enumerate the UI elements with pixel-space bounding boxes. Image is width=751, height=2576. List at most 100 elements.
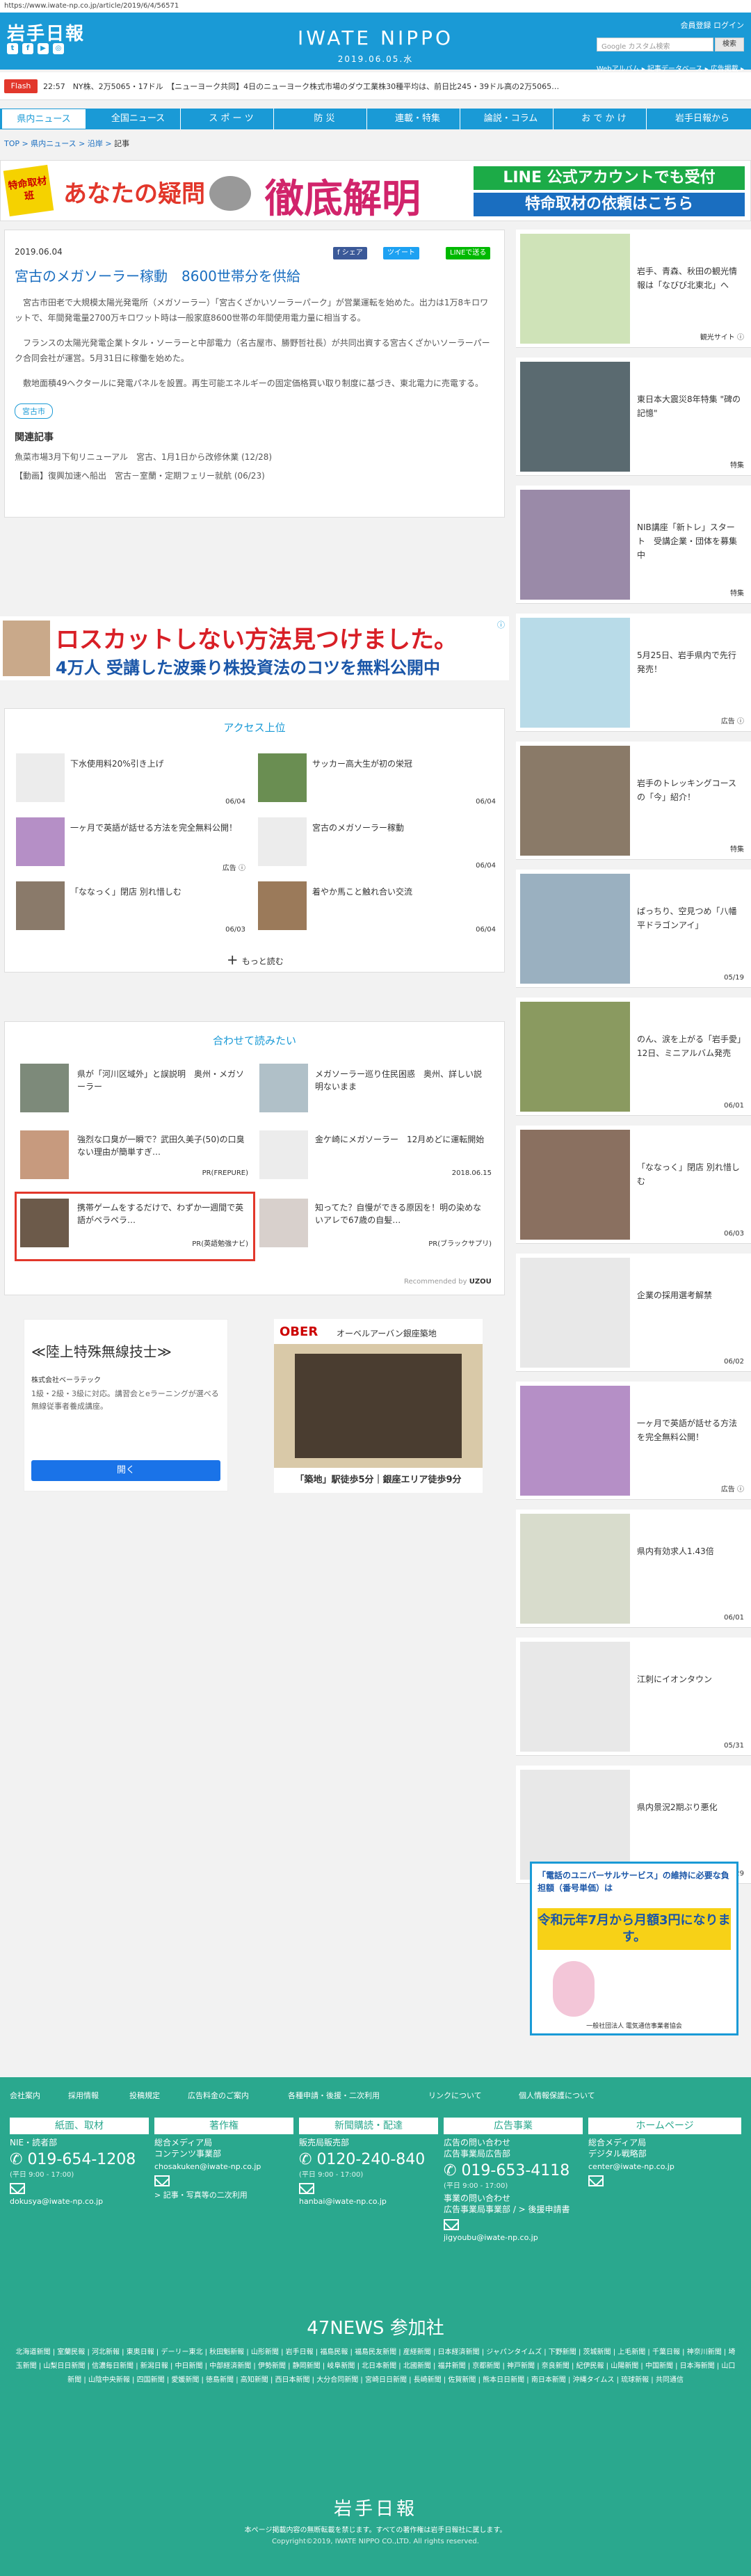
related-thumb[interactable] bbox=[20, 1199, 69, 1247]
sidebar-item[interactable]: 一ヶ月で英語が話せる方法を完全無料公開！ 広告 ⓘ bbox=[516, 1382, 751, 1500]
iwate-nippo-logo[interactable]: IWATE NIPPO bbox=[278, 26, 473, 49]
sidebar-item[interactable]: 「ななっく」閉店 別れ惜しむ 06/03 bbox=[516, 1126, 751, 1244]
ranking-item-text[interactable]: サッカー高大生が初の栄冠 bbox=[312, 758, 486, 770]
footer-secondary-use-link[interactable]: > 記事・写真等の二次利用 bbox=[154, 2189, 293, 2200]
sidebar-item-text[interactable]: 岩手のトレッキングコースの「今」紹介！ bbox=[637, 776, 741, 804]
sidebar-item-text[interactable]: 5月25日、岩手県内で先行発売！ bbox=[637, 648, 741, 676]
nav-from-iwate-nippo[interactable]: 岩手日報から bbox=[655, 109, 750, 129]
sidebar-thumb[interactable] bbox=[520, 1002, 630, 1112]
ranking-thumb[interactable] bbox=[258, 817, 307, 866]
nav-sports[interactable]: ス ポ ー ツ bbox=[189, 109, 274, 129]
sidebar-thumb[interactable] bbox=[520, 874, 630, 984]
sidebar-item[interactable]: 江刺にイオンタウン 05/31 bbox=[516, 1638, 751, 1756]
sidebar-item[interactable]: 岩手、青森、秋田の観光情報は「なびび北東北」へ 観光サイト ⓘ bbox=[516, 230, 751, 348]
account-links[interactable]: 会員登録 ログイン bbox=[681, 19, 745, 31]
sidebar-thumb[interactable] bbox=[520, 362, 630, 472]
facebook-share-button[interactable]: f シェア bbox=[333, 247, 367, 259]
ticker-text[interactable]: 22:57 NY株、2万5065・17ドル 【ニューヨーク共同】4日のニューヨー… bbox=[43, 81, 745, 92]
ranking-item-text[interactable]: 宮古のメガソーラー稼動 bbox=[312, 822, 486, 834]
sidebar-item[interactable]: 県内有効求人1.43倍 06/01 bbox=[516, 1510, 751, 1628]
search-input[interactable]: Google カスタム検索 bbox=[597, 38, 713, 51]
phone-number[interactable]: ✆ 0120-240-840 bbox=[299, 2151, 438, 2168]
phone-number[interactable]: ✆ 019-653-4118 bbox=[444, 2162, 583, 2179]
sidebar-item-text[interactable]: NIB講座「新トレ」スタート 受講企業・団体を募集中 bbox=[637, 520, 741, 562]
mail-icon[interactable] bbox=[299, 2183, 314, 2194]
ranking-thumb[interactable] bbox=[258, 753, 307, 802]
more-button[interactable]: ＋ もっと読む bbox=[213, 951, 297, 968]
youtube-icon[interactable]: ▶ bbox=[38, 43, 49, 54]
sidebar-item[interactable]: 企業の採用選考解禁 06/02 bbox=[516, 1254, 751, 1372]
footer-link-submission[interactable]: 投稿規定 bbox=[129, 2090, 160, 2101]
breadcrumb-top[interactable]: TOP bbox=[4, 139, 19, 148]
footer-events-contact[interactable]: 事業の問い合わせ 広告事業局事業部 / > 後援申請書 bbox=[444, 2193, 583, 2215]
related-thumb[interactable] bbox=[259, 1064, 308, 1112]
side-ad-universal-service[interactable]: 「電話のユニバーサルサービス」の維持に必要な負担額（番号単価）は 令和元年7月か… bbox=[530, 1862, 738, 2035]
sidebar-item-text[interactable]: 江刺にイオンタウン bbox=[637, 1672, 741, 1686]
sidebar-item-text[interactable]: 一ヶ月で英語が話せる方法を完全無料公開！ bbox=[637, 1416, 741, 1444]
footer-email[interactable]: jigyoubu@iwate-np.co.jp bbox=[444, 2233, 583, 2242]
nav-national-news[interactable]: 全国ニュース bbox=[96, 109, 181, 129]
footer-email[interactable]: center@iwate-np.co.jp bbox=[588, 2162, 741, 2171]
sidebar-thumb[interactable] bbox=[520, 1514, 630, 1624]
sidebar-item-text[interactable]: 東日本大震災8年特集 "碑の記憶" bbox=[637, 392, 741, 420]
footer-link-applications[interactable]: 各種申請・後援・二次利用 bbox=[288, 2090, 380, 2101]
ranking-item-text[interactable]: 一ヶ月で英語が話せる方法を完全無料公開！ bbox=[70, 822, 244, 834]
tag-miyako[interactable]: 宮古市 bbox=[15, 403, 53, 419]
related-item-text[interactable]: 強烈な口臭が一瞬で？武田久美子(50)の口臭ない理由が簡単すぎ… bbox=[77, 1133, 251, 1158]
nav-features[interactable]: 連載・特集 bbox=[376, 109, 460, 129]
nav-outing[interactable]: お で か け bbox=[562, 109, 647, 129]
ad-radio-license[interactable]: ≪陸上特殊無線技士≫ 株式会社ベーラテック 1級・2級・3級に対応。講習会とeラ… bbox=[24, 1319, 228, 1491]
ranking-item-text[interactable]: 下水使用料20%引き上げ bbox=[70, 758, 237, 770]
related-item-text[interactable]: メガソーラー巡り住民困惑 奥州、詳しい説明ないまま bbox=[315, 1068, 489, 1093]
facebook-icon[interactable]: f bbox=[22, 43, 33, 54]
sidebar-item-text[interactable]: 岩手、青森、秋田の観光情報は「なびび北東北」へ bbox=[637, 264, 741, 292]
search-button[interactable]: 検索 bbox=[715, 38, 744, 51]
tweet-button[interactable]: ツイート bbox=[383, 247, 419, 259]
footer-email[interactable]: chosakuken@iwate-np.co.jp bbox=[154, 2162, 293, 2171]
breadcrumb-local[interactable]: 県内ニュース bbox=[31, 139, 76, 148]
ranking-thumb[interactable] bbox=[16, 817, 65, 866]
mail-icon[interactable] bbox=[444, 2219, 459, 2230]
footer-link-ad-rates[interactable]: 広告料金のご案内 bbox=[188, 2090, 249, 2101]
news47-members[interactable]: 北海道新聞 | 室蘭民報 | 河北新報 | 東奥日報 | デーリー東北 | 秋田… bbox=[14, 2346, 737, 2387]
sidebar-item[interactable]: のん、涙を上がる「岩手愛」 12日、ミニアルバム発売 06/01 bbox=[516, 998, 751, 1116]
uzou-logo-icon[interactable]: UZOU bbox=[469, 1278, 492, 1286]
footer-link-privacy[interactable]: 個人情報保護について bbox=[519, 2090, 595, 2101]
mail-icon[interactable] bbox=[10, 2183, 25, 2194]
nav-columns[interactable]: 論説・コラム bbox=[469, 109, 554, 129]
related-item-text[interactable]: 知ってた？自慢ができる原因を！明の染めないアレで67歳の自髪… bbox=[315, 1201, 489, 1226]
footer-email[interactable]: dokusya@iwate-np.co.jp bbox=[10, 2197, 149, 2206]
sidebar-item-text[interactable]: 県内景況2期ぶり悪化 bbox=[637, 1800, 741, 1814]
ranking-item-text[interactable]: 着やか馬こと触れ合い交流 bbox=[312, 886, 486, 898]
sidebar-thumb[interactable] bbox=[520, 490, 630, 600]
nav-disaster[interactable]: 防 災 bbox=[282, 109, 367, 129]
ranking-item-text[interactable]: 「ななっく」閉店 別れ惜しむ bbox=[70, 886, 244, 898]
ranking-thumb[interactable] bbox=[16, 881, 65, 930]
site-logo[interactable]: 岩手日報 bbox=[7, 19, 85, 45]
sidebar-item[interactable]: NIB講座「新トレ」スタート 受講企業・団体を募集中 特集 bbox=[516, 486, 751, 604]
sidebar-item[interactable]: 岩手のトレッキングコースの「今」紹介！ 特集 bbox=[516, 742, 751, 860]
sidebar-thumb[interactable] bbox=[520, 618, 630, 728]
tokumei-banner[interactable]: 特命取材班 あなたの疑問 徹底解明 LINE 公式アカウントでも受付 特命取材の… bbox=[0, 160, 751, 222]
footer-link-links[interactable]: リンクについて bbox=[428, 2090, 482, 2101]
related-link[interactable]: 魚菜市場3月下旬リニューアル 宮古、1月1日から改修休業 (12/28) bbox=[15, 451, 494, 463]
ad-open-button[interactable]: 開く bbox=[31, 1460, 220, 1481]
related-thumb[interactable] bbox=[20, 1130, 69, 1179]
sidebar-item[interactable]: 東日本大震災8年特集 "碑の記憶" 特集 bbox=[516, 358, 751, 476]
sidebar-thumb[interactable] bbox=[520, 746, 630, 856]
ad-banner-losscut[interactable]: ロスカットしない方法見つけました。 4万人 受講した波乗り株投資法のコツを無料公… bbox=[0, 616, 509, 680]
sidebar-thumb[interactable] bbox=[520, 1386, 630, 1496]
related-item-text[interactable]: 県が「河川区域外」と誤説明 奥州・メガソーラー bbox=[77, 1068, 244, 1093]
related-item-text[interactable]: 携帯ゲームをするだけで、わずか一週間で英語がペラペラ… bbox=[77, 1201, 248, 1226]
sidebar-thumb[interactable] bbox=[520, 1642, 630, 1752]
sidebar-thumb[interactable] bbox=[520, 1130, 630, 1240]
sidebar-item-text[interactable]: のん、涙を上がる「岩手愛」 12日、ミニアルバム発売 bbox=[637, 1032, 750, 1060]
breadcrumb-coast[interactable]: 沿岸 bbox=[88, 139, 103, 148]
instagram-icon[interactable]: ◎ bbox=[53, 43, 64, 54]
mail-icon[interactable] bbox=[588, 2175, 604, 2186]
sidebar-thumb[interactable] bbox=[520, 1258, 630, 1368]
related-link[interactable]: 【動画】復興加速へ船出 宮古－室蘭・定期フェリー就航 (06/23) bbox=[15, 470, 494, 481]
mail-icon[interactable] bbox=[154, 2175, 170, 2186]
footer-email[interactable]: hanbai@iwate-np.co.jp bbox=[299, 2197, 438, 2206]
url-bar[interactable]: https://www.iwate-np.co.jp/article/2019/… bbox=[0, 0, 751, 13]
